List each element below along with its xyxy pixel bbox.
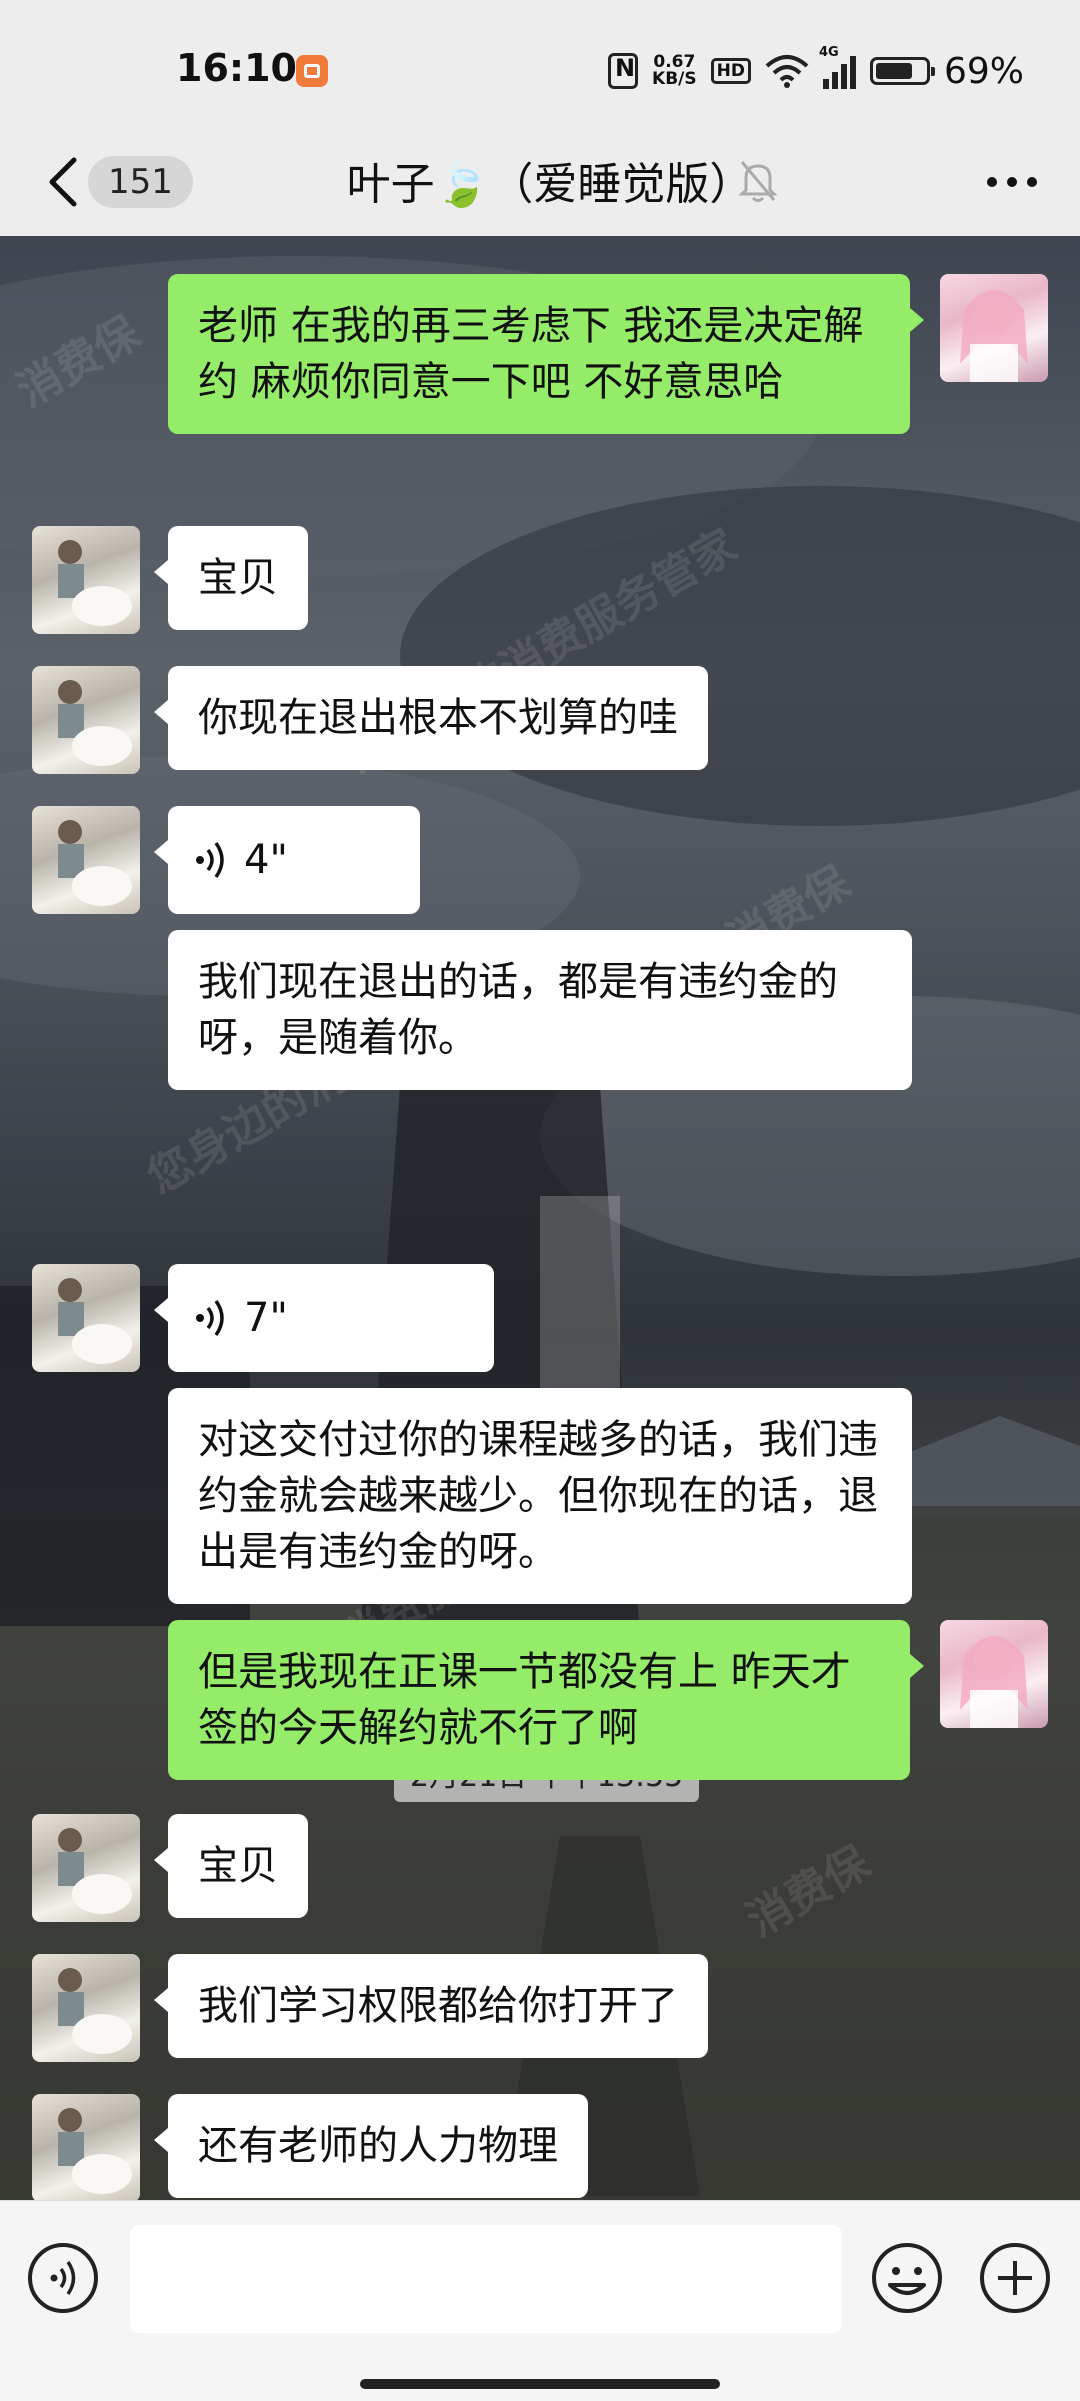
message-bubble-outgoing[interactable]: 但是我现在正课一节都没有上 昨天才签的今天解约就不行了啊 [168, 1620, 924, 1780]
chat-title-suffix: （爱睡觉版） [489, 159, 754, 210]
contact-avatar[interactable] [32, 1814, 140, 1922]
my-avatar[interactable] [940, 1620, 1048, 1728]
chat-header: 151 叶子🍃（爱睡觉版） [0, 130, 1080, 236]
bell-off-icon [738, 161, 778, 202]
message-bubble-incoming[interactable]: 还有老师的人力物理 [154, 2094, 588, 2198]
cell-signal-icon: 4G [819, 45, 856, 89]
message-bubble-incoming[interactable]: 我们学习权限都给你打开了 [154, 1954, 708, 2058]
voice-duration: 4" [244, 837, 288, 883]
contact-avatar[interactable] [32, 806, 140, 914]
contact-avatar[interactable] [32, 666, 140, 774]
network-speed: 0.67 KB/S [652, 54, 697, 88]
battery-icon [869, 57, 935, 85]
voice-mode-icon[interactable] [28, 2243, 98, 2313]
more-dots-icon[interactable] [982, 152, 1042, 212]
voice-message-bubble[interactable]: 4" [154, 806, 420, 914]
emoji-icon[interactable] [870, 2241, 944, 2315]
voice-duration: 7" [244, 1295, 288, 1341]
notification-app-icon [296, 55, 328, 87]
status-bar: 16:10 0.67 KB/S HD 4G 69% [0, 0, 1080, 130]
contact-avatar[interactable] [32, 1264, 140, 1372]
signal-label: 4G [818, 45, 839, 60]
voice-wave-icon [196, 841, 224, 879]
leaf-emoji: 🍃 [434, 159, 490, 210]
chat-title[interactable]: 叶子🍃（爱睡觉版） [0, 148, 1080, 212]
status-icons: 0.67 KB/S HD 4G 69% [608, 45, 1024, 96]
status-time: 16:10 [176, 46, 297, 90]
network-speed-unit: KB/S [652, 69, 697, 89]
home-indicator[interactable] [360, 2379, 720, 2389]
chat-message-list[interactable]: 消费保 您身边的消费服务管家 您身边的消费服务管家 消费保 您身边的消费服务管家… [0, 236, 1080, 2200]
battery-percent: 69% [943, 50, 1024, 92]
message-bubble-outgoing[interactable]: 老师 在我的再三考虑下 我还是决定解约 麻烦你同意一下吧 不好意思哈 [168, 274, 924, 434]
voice-wave-icon [196, 1299, 224, 1337]
chat-title-name: 叶子 [346, 159, 435, 210]
message-input[interactable] [130, 2225, 842, 2333]
voice-message-bubble[interactable]: 7" [154, 1264, 494, 1372]
message-bubble-incoming[interactable]: 对这交付过你的课程越多的话，我们违约金就会越来越少。但你现在的话，退出是有违约金… [168, 1388, 912, 1604]
contact-avatar[interactable] [32, 2094, 140, 2200]
message-bubble-incoming[interactable]: 我们现在退出的话，都是有违约金的呀，是随着你。 [168, 930, 912, 1090]
wifi-icon [765, 55, 809, 88]
hd-icon: HD [710, 58, 751, 84]
message-bubble-incoming[interactable]: 你现在退出根本不划算的哇 [154, 666, 708, 770]
message-bubble-incoming[interactable]: 宝贝 [154, 526, 308, 630]
my-avatar[interactable] [940, 274, 1048, 382]
contact-avatar[interactable] [32, 1954, 140, 2062]
message-bubble-incoming[interactable]: 宝贝 [154, 1814, 308, 1918]
plus-icon[interactable] [978, 2241, 1052, 2315]
input-bar [0, 2200, 1080, 2401]
nfc-icon [608, 53, 639, 89]
chat-background-image [0, 256, 1080, 2200]
contact-avatar[interactable] [32, 526, 140, 634]
